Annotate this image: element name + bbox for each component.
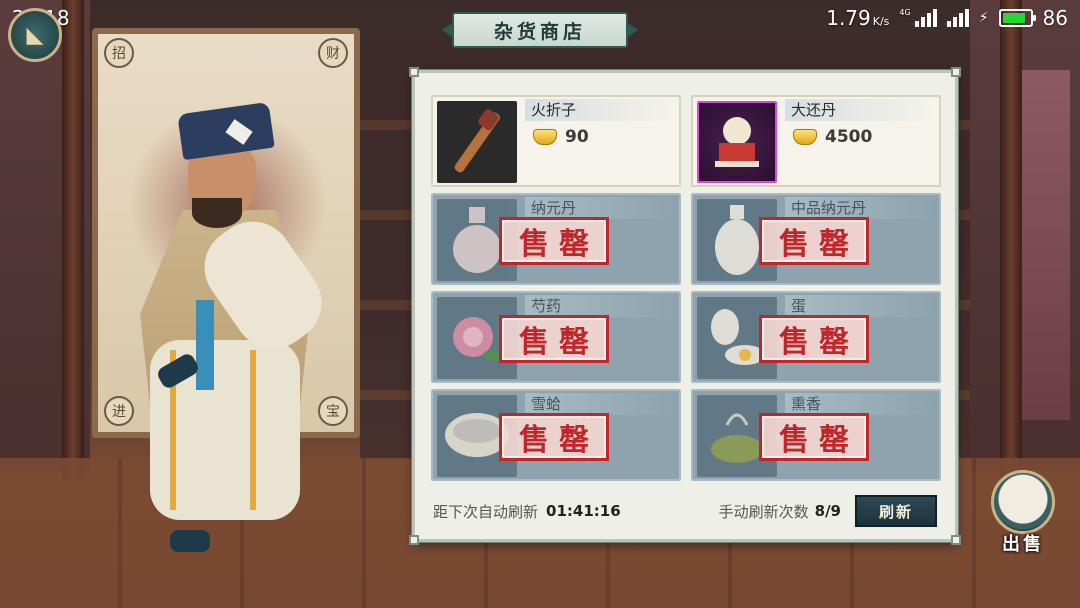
- net-speed-unit: K/s: [872, 15, 890, 28]
- net-speed-value: 1.79: [826, 6, 871, 30]
- pill-icon: [697, 101, 777, 183]
- network-type-label: 4G: [899, 7, 911, 17]
- shop-item[interactable]: 大还丹 4500: [691, 95, 941, 187]
- pants-stripe: [250, 350, 256, 510]
- panel-corner: [951, 535, 961, 545]
- shop-item-sold-out[interactable]: 中品纳元丹 售罄: [691, 193, 941, 285]
- status-indicators: 1.79 K/s 4G ⚡ 86: [826, 6, 1068, 30]
- shop-item-sold-out[interactable]: 熏香 售罄: [691, 389, 941, 481]
- sold-out-stamp: 售罄: [759, 413, 869, 461]
- signal-icon: [914, 9, 937, 27]
- panel-corner: [409, 67, 419, 77]
- panel-corner: [409, 535, 419, 545]
- status-bar: 22:18 1.79K/s 4G ⚡ 86: [0, 0, 1080, 36]
- gold-ingot-icon: [533, 129, 557, 145]
- item-name: 中品纳元丹: [785, 197, 933, 219]
- item-name: 熏香: [785, 393, 933, 415]
- shopkeeper-character: [100, 100, 340, 570]
- pillar-left: [62, 0, 84, 480]
- sold-out-stamp: 售罄: [499, 413, 609, 461]
- sold-out-stamp: 售罄: [499, 315, 609, 363]
- shop-item-sold-out[interactable]: 雪蛤 售罄: [431, 389, 681, 481]
- manual-refresh-count: 8/9: [814, 502, 841, 520]
- battery-level: 86: [1042, 6, 1068, 30]
- battery-fill: [1002, 13, 1025, 23]
- item-grid: 火折子 90 大还丹 4500 纳元丹 售罄 中品纳元丹 售罄 芍药 售罄 蛋 …: [431, 95, 941, 481]
- auto-refresh-label: 距下次自动刷新: [433, 502, 539, 521]
- character-beard: [192, 198, 242, 228]
- net-speed: 1.79 K/s: [826, 6, 889, 30]
- sell-button[interactable]: 出售: [988, 470, 1058, 560]
- sell-label: 出售: [1002, 534, 1044, 555]
- refresh-button[interactable]: 刷新: [855, 495, 937, 527]
- item-name: 纳元丹: [525, 197, 673, 219]
- sold-out-stamp: 售罄: [759, 315, 869, 363]
- scroll-seal: 招: [104, 38, 134, 68]
- scroll-seal: 财: [318, 38, 348, 68]
- shop-panel: 火折子 90 大还丹 4500 纳元丹 售罄 中品纳元丹 售罄 芍药 售罄 蛋 …: [409, 67, 961, 545]
- shop-item-sold-out[interactable]: 纳元丹 售罄: [431, 193, 681, 285]
- auto-refresh-timer: 01:41:16: [546, 502, 621, 520]
- pillar-right: [1000, 0, 1022, 480]
- item-price-value: 4500: [825, 127, 873, 147]
- item-price: 4500: [793, 127, 872, 147]
- item-price-value: 90: [565, 127, 589, 147]
- shop-footer: 距下次自动刷新 01:41:16 手动刷新次数 8/9 刷新: [423, 491, 947, 531]
- character-shoe: [170, 530, 210, 552]
- shop-item-sold-out[interactable]: 蛋 售罄: [691, 291, 941, 383]
- panel-corner: [951, 67, 961, 77]
- signal-icon: [946, 9, 969, 27]
- item-price: 90: [533, 127, 589, 147]
- manual-refresh-label: 手动刷新次数: [718, 502, 809, 521]
- money-bag-icon: [991, 470, 1055, 534]
- shop-item[interactable]: 火折子 90: [431, 95, 681, 187]
- item-name: 蛋: [785, 295, 933, 317]
- sold-out-stamp: 售罄: [499, 217, 609, 265]
- back-button[interactable]: ◣: [8, 8, 62, 62]
- character-sash: [196, 300, 214, 390]
- back-icon: ◣: [26, 22, 44, 48]
- item-name: 芍药: [525, 295, 673, 317]
- item-name: 雪蛤: [525, 393, 673, 415]
- item-name: 大还丹: [785, 99, 933, 121]
- fire-starter-icon: [437, 101, 517, 183]
- sold-out-stamp: 售罄: [759, 217, 869, 265]
- battery-icon: [998, 9, 1036, 27]
- charging-icon: ⚡: [978, 10, 989, 26]
- gold-ingot-icon: [793, 129, 817, 145]
- shop-item-sold-out[interactable]: 芍药 售罄: [431, 291, 681, 383]
- item-name: 火折子: [525, 99, 673, 121]
